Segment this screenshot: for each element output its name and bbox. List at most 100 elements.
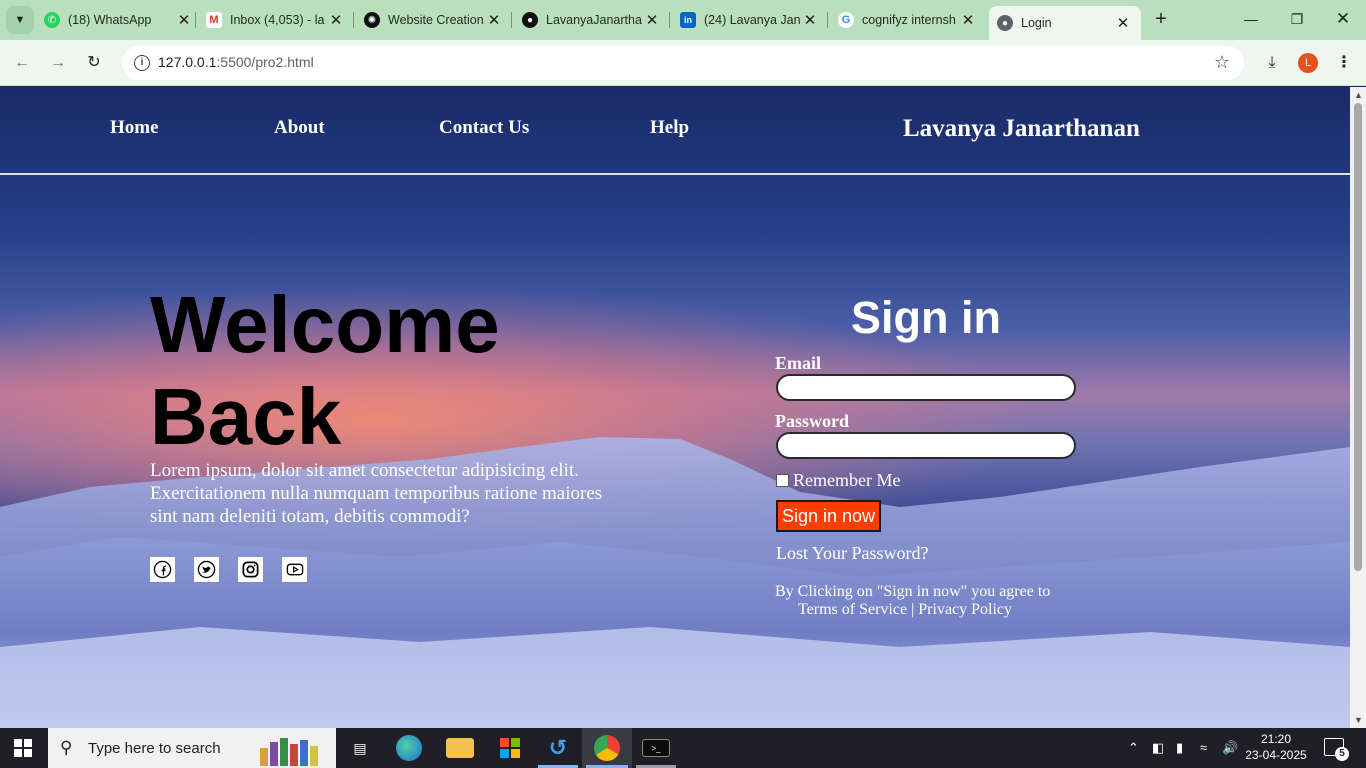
vscode-icon[interactable]: ↺ <box>544 734 572 762</box>
sign-in-button[interactable]: Sign in now <box>776 500 881 532</box>
taskbar-search-placeholder: Type here to search <box>88 740 221 757</box>
chatgpt-icon: ✺ <box>364 12 380 28</box>
tab-whatsapp[interactable]: ✆ (18) WhatsApp ✕ <box>44 6 192 34</box>
books-decoration-icon <box>260 736 334 766</box>
social-links <box>150 557 326 582</box>
restore-button[interactable]: ❐ <box>1282 8 1312 30</box>
url-path: :5500/pro2.html <box>216 54 314 70</box>
url-host: 127.0.0.1 <box>158 54 217 70</box>
tab-google[interactable]: G cognifyz internsh ✕ <box>838 6 976 34</box>
terms-links[interactable]: Terms of Service | Privacy Policy <box>775 601 1075 619</box>
volume-icon[interactable]: 🔊 <box>1222 740 1238 756</box>
nav-help-link[interactable]: Help <box>650 117 689 139</box>
bookmark-star-icon[interactable]: ☆ <box>1214 52 1230 73</box>
signin-title: Sign in <box>851 292 1001 343</box>
tab-github[interactable]: ● LavanyaJanartha ✕ <box>522 6 660 34</box>
tab-gmail[interactable]: M Inbox (4,053) - la ✕ <box>206 6 344 34</box>
tab-linkedin[interactable]: in (24) Lavanya Jan ✕ <box>680 6 818 34</box>
profile-avatar[interactable]: L <box>1298 53 1318 73</box>
page-scrollbar[interactable]: ▲ ▼ <box>1350 87 1366 728</box>
tab-search-button[interactable]: ▼ <box>6 6 34 34</box>
page-viewport: Home About Contact Us Help Lavanya Janar… <box>0 87 1350 728</box>
terminal-icon[interactable]: >_ <box>642 739 670 757</box>
remember-me-checkbox[interactable] <box>776 474 789 487</box>
battery-icon[interactable]: ▮ <box>1176 740 1183 756</box>
email-field[interactable] <box>776 374 1076 401</box>
menu-kebab-icon[interactable]: ⋮ <box>1332 51 1356 75</box>
clock-date: 23-04-2025 <box>1245 748 1307 762</box>
hero-description: Lorem ipsum, dolor sit amet consectetur … <box>150 460 603 527</box>
download-icon[interactable]: ⤓ <box>1260 51 1284 75</box>
notification-count-badge: 5 <box>1335 747 1349 761</box>
remember-me-row: Remember Me <box>776 470 900 491</box>
nav-home-link[interactable]: Home <box>110 117 159 139</box>
google-icon: G <box>838 12 854 28</box>
browser-toolbar: ← → ↻ i 127.0.0.1:5500/pro2.html ☆ ⤓ L ⋮ <box>0 40 1366 86</box>
reload-icon[interactable]: ↻ <box>82 51 106 75</box>
tray-overflow-chevron-icon[interactable]: ⌃ <box>1128 740 1139 756</box>
scroll-down-icon[interactable]: ▼ <box>1354 715 1363 725</box>
task-view-icon[interactable]: ▤ <box>346 734 374 762</box>
close-tab-icon[interactable]: ✕ <box>1115 14 1131 32</box>
notification-center-icon[interactable]: 5 <box>1324 738 1349 761</box>
wifi-icon[interactable]: ≈ <box>1200 740 1207 755</box>
chrome-icon[interactable] <box>594 735 620 761</box>
browser-tab-strip: ▼ ✆ (18) WhatsApp ✕ M Inbox (4,053) - la… <box>0 0 1366 40</box>
file-explorer-icon[interactable] <box>446 738 474 758</box>
facebook-icon[interactable] <box>150 557 175 582</box>
tab-divider <box>669 12 670 28</box>
github-icon: ● <box>522 12 538 28</box>
windows-taskbar: ⚲ Type here to search ▤ ↺ >_ ⌃ ◧ ▮ ≈ 🔊 2… <box>0 728 1366 768</box>
tab-divider <box>353 12 354 28</box>
nav-about-link[interactable]: About <box>274 117 325 139</box>
tab-title: LavanyaJanartha <box>546 13 642 27</box>
close-tab-icon[interactable]: ✕ <box>176 11 192 29</box>
remember-me-label: Remember Me <box>793 470 901 490</box>
taskbar-clock[interactable]: 21:20 23-04-2025 <box>1244 731 1308 763</box>
twitter-icon[interactable] <box>194 557 219 582</box>
instagram-icon[interactable] <box>238 557 263 582</box>
nav-contact-link[interactable]: Contact Us <box>439 117 529 139</box>
whatsapp-icon: ✆ <box>44 12 60 28</box>
forward-arrow-icon[interactable]: → <box>46 51 70 75</box>
scroll-up-icon[interactable]: ▲ <box>1354 90 1363 100</box>
close-tab-icon[interactable]: ✕ <box>644 11 660 29</box>
close-window-button[interactable]: ✕ <box>1328 8 1358 30</box>
edge-icon[interactable] <box>396 735 422 761</box>
search-icon: ⚲ <box>60 738 73 757</box>
url-text[interactable]: 127.0.0.1:5500/pro2.html <box>158 54 314 70</box>
new-tab-button[interactable]: + <box>1150 8 1172 30</box>
hero-title-line1: Welcome <box>150 280 500 369</box>
address-bar[interactable]: i 127.0.0.1:5500/pro2.html ☆ <box>122 46 1244 80</box>
linkedin-icon: in <box>680 12 696 28</box>
lost-password-link[interactable]: Lost Your Password? <box>776 543 929 564</box>
tab-title: cognifyz internsh <box>862 13 956 27</box>
password-label: Password <box>775 411 850 431</box>
tab-title: Login <box>1021 16 1052 30</box>
scrollbar-thumb[interactable] <box>1354 103 1362 571</box>
tab-login-active[interactable]: ● Login ✕ <box>989 6 1141 40</box>
password-field[interactable] <box>776 432 1076 459</box>
tab-title: Website Creation <box>388 13 484 27</box>
hero-title: Welcome Back <box>150 279 500 463</box>
clock-time: 21:20 <box>1260 732 1292 746</box>
microsoft-store-icon[interactable] <box>496 734 524 762</box>
back-arrow-icon[interactable]: ← <box>10 51 34 75</box>
close-tab-icon[interactable]: ✕ <box>486 11 502 29</box>
minimize-button[interactable]: — <box>1236 8 1266 30</box>
taskbar-search-box[interactable]: ⚲ Type here to search <box>48 728 336 768</box>
tab-title: (24) Lavanya Jan <box>704 13 801 27</box>
tab-divider <box>195 12 196 28</box>
email-label: Email <box>775 353 822 373</box>
site-brand: Lavanya Janarthanan <box>903 115 1140 142</box>
tab-website-creation[interactable]: ✺ Website Creation ✕ <box>364 6 502 34</box>
windows-start-icon[interactable] <box>14 739 32 757</box>
close-tab-icon[interactable]: ✕ <box>960 11 976 29</box>
site-info-icon[interactable]: i <box>134 55 150 71</box>
meet-now-icon[interactable]: ◧ <box>1152 740 1164 756</box>
close-tab-icon[interactable]: ✕ <box>802 11 818 29</box>
tab-title: (18) WhatsApp <box>68 13 152 27</box>
chevron-down-icon: ▼ <box>14 14 26 26</box>
youtube-icon[interactable] <box>282 557 307 582</box>
close-tab-icon[interactable]: ✕ <box>328 11 344 29</box>
